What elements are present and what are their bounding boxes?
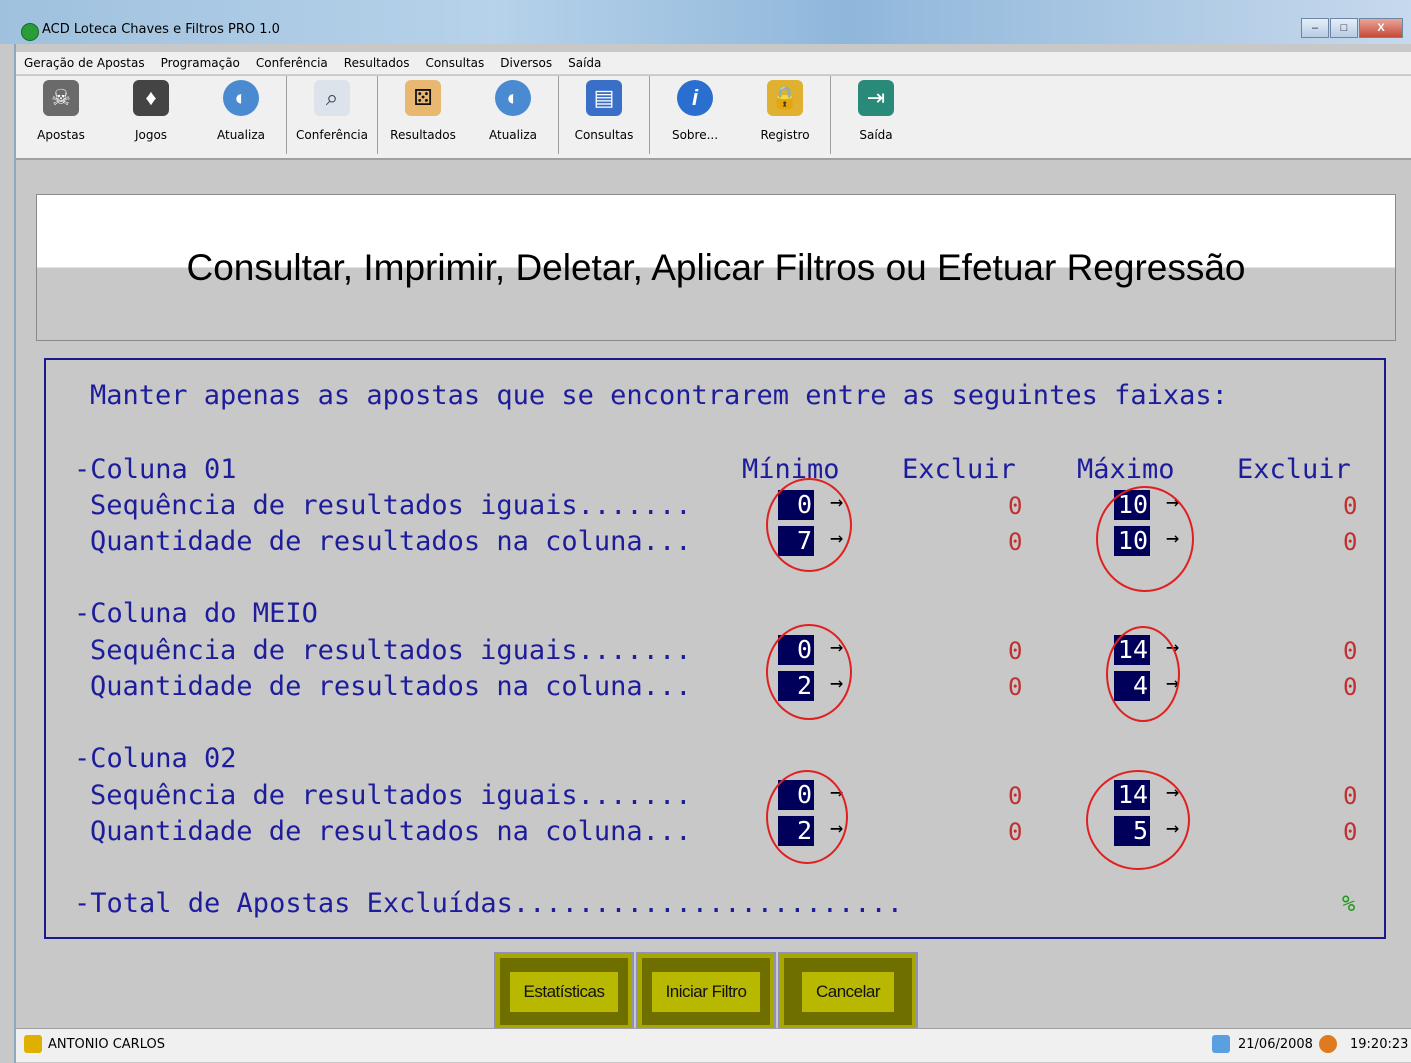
status-time: 19:20:23 [1350, 1037, 1409, 1052]
toolbar-resultados-button[interactable]: ⚄ Resultados [378, 76, 468, 154]
skull-icon: ☠ [43, 80, 79, 116]
status-date: 21/06/2008 [1238, 1037, 1313, 1052]
exclude-min-value: 0 [1008, 782, 1023, 810]
minimize-button[interactable]: – [1301, 18, 1329, 38]
window-controls: – □ X [1300, 18, 1403, 38]
menu-saida[interactable]: Saída [560, 56, 609, 70]
section-coluna-meio: -Coluna do MEIO [74, 598, 318, 629]
statistics-button-label: Estatísticas [509, 971, 619, 1012]
exclude-min-value: 0 [1008, 818, 1023, 846]
toolbar-label: Jogos [134, 128, 168, 142]
title-bar: ACD Loteca Chaves e Filtros PRO 1.0 – □ … [0, 0, 1411, 44]
red-circle-annotation [766, 478, 852, 572]
total-excluded-label: -Total de Apostas Excluídas.............… [74, 888, 904, 919]
exclude-max-value: 0 [1343, 528, 1358, 556]
globe-icon: ◐ [223, 80, 259, 116]
toolbar-label: Atualiza [217, 128, 265, 142]
toolbar-jogos-button[interactable]: ♦ Jogos [106, 76, 196, 154]
menu-programacao[interactable]: Programação [153, 56, 248, 70]
exclude-min-value: 0 [1008, 528, 1023, 556]
start-filter-button-label: Iniciar Filtro [651, 971, 761, 1012]
menu-geracao[interactable]: Geração de Apostas [16, 56, 153, 70]
filter-panel: Manter apenas as apostas que se encontra… [44, 358, 1386, 939]
cancel-button-label: Cancelar [801, 971, 895, 1012]
toolbar-label: Conferência [296, 128, 368, 142]
window-title: ACD Loteca Chaves e Filtros PRO 1.0 [42, 22, 280, 37]
cancel-button[interactable]: Cancelar [778, 952, 918, 1031]
page-title: Consultar, Imprimir, Deletar, Aplicar Fi… [186, 247, 1246, 288]
row-label: Quantidade de resultados na coluna... [90, 526, 692, 557]
toolbar-registro-button[interactable]: 🔒 Registro [740, 76, 830, 154]
filter-intro: Manter apenas as apostas que se encontra… [90, 380, 1228, 411]
row-label: Sequência de resultados iguais....... [90, 780, 692, 811]
row-label: Sequência de resultados iguais....... [90, 490, 692, 521]
main-window: Geração de Apostas Programação Conferênc… [14, 44, 1411, 1063]
toolbar-atualiza2-button[interactable]: ◐ Atualiza [468, 76, 558, 154]
toolbar-atualiza-button[interactable]: ◐ Atualiza [196, 76, 286, 154]
globe-icon: ◐ [495, 80, 531, 116]
toolbar-label: Consultas [574, 128, 634, 142]
red-circle-annotation [1096, 486, 1194, 592]
toolbar-apostas-button[interactable]: ☠ Apostas [16, 76, 106, 154]
toolbar-label: Atualiza [489, 128, 537, 142]
toolbar-consultas-button[interactable]: ▤ Consultas [559, 76, 649, 154]
statistics-button[interactable]: Estatísticas [494, 952, 634, 1031]
exclude-max-value: 0 [1343, 818, 1358, 846]
toolbar-sobre-button[interactable]: i Sobre... [650, 76, 740, 154]
toolbar-saida-button[interactable]: ⇥ Saída [831, 76, 921, 154]
exclude-min-value: 0 [1008, 637, 1023, 665]
header-maximo: Máximo [1077, 454, 1175, 485]
red-circle-annotation [766, 624, 852, 720]
red-circle-annotation [1086, 770, 1190, 870]
user-icon [24, 1035, 42, 1053]
section-coluna-01: -Coluna 01 [74, 454, 237, 485]
calendar-icon [1212, 1035, 1230, 1053]
exclude-min-value: 0 [1008, 492, 1023, 520]
header-excluir-max: Excluir [1237, 454, 1351, 485]
status-bar: ANTONIO CARLOS 21/06/2008 19:20:23 [16, 1028, 1411, 1062]
info-icon: i [677, 80, 713, 116]
cards-icon: ♦ [133, 80, 169, 116]
toolbar-label: Sobre... [671, 128, 719, 142]
app-clover-icon [21, 23, 39, 41]
exclude-max-value: 0 [1343, 673, 1358, 701]
red-circle-annotation [766, 770, 848, 864]
menu-resultados[interactable]: Resultados [336, 56, 418, 70]
magnifier-icon: ⌕ [314, 80, 350, 116]
menu-diversos[interactable]: Diversos [492, 56, 560, 70]
toolbar-label: Saída [859, 128, 893, 142]
toolbar-label: Resultados [390, 128, 456, 142]
header-excluir-min: Excluir [902, 454, 1016, 485]
exclude-min-value: 0 [1008, 673, 1023, 701]
exit-door-icon: ⇥ [858, 80, 894, 116]
menu-conferencia[interactable]: Conferência [248, 56, 336, 70]
exclude-max-value: 0 [1343, 637, 1358, 665]
row-label: Quantidade de resultados na coluna... [90, 671, 692, 702]
menu-consultas[interactable]: Consultas [417, 56, 492, 70]
lock-icon: 🔒 [767, 80, 803, 116]
section-coluna-02: -Coluna 02 [74, 743, 237, 774]
exclude-max-value: 0 [1343, 782, 1358, 810]
start-filter-button[interactable]: Iniciar Filtro [636, 952, 776, 1031]
total-excluded-percent: % [1342, 892, 1356, 917]
folder-icon: ▤ [586, 80, 622, 116]
row-label: Sequência de resultados iguais....... [90, 635, 692, 666]
heading-panel: Consultar, Imprimir, Deletar, Aplicar Fi… [36, 194, 1396, 341]
maximize-button[interactable]: □ [1330, 18, 1358, 38]
toolbar-label: Apostas [37, 128, 85, 142]
close-button[interactable]: X [1359, 18, 1403, 38]
exclude-max-value: 0 [1343, 492, 1358, 520]
dice-icon: ⚄ [405, 80, 441, 116]
toolbar-label: Registro [760, 128, 810, 142]
menu-bar: Geração de Apostas Programação Conferênc… [16, 52, 1411, 75]
red-circle-annotation [1106, 626, 1180, 722]
toolbar-conferencia-button[interactable]: ⌕ Conferência [287, 76, 377, 154]
toolbar: ☠ Apostas ♦ Jogos ◐ Atualiza ⌕ Conferênc… [16, 76, 1411, 160]
clock-icon [1319, 1035, 1337, 1053]
status-user: ANTONIO CARLOS [48, 1037, 165, 1052]
row-label: Quantidade de resultados na coluna... [90, 816, 692, 847]
